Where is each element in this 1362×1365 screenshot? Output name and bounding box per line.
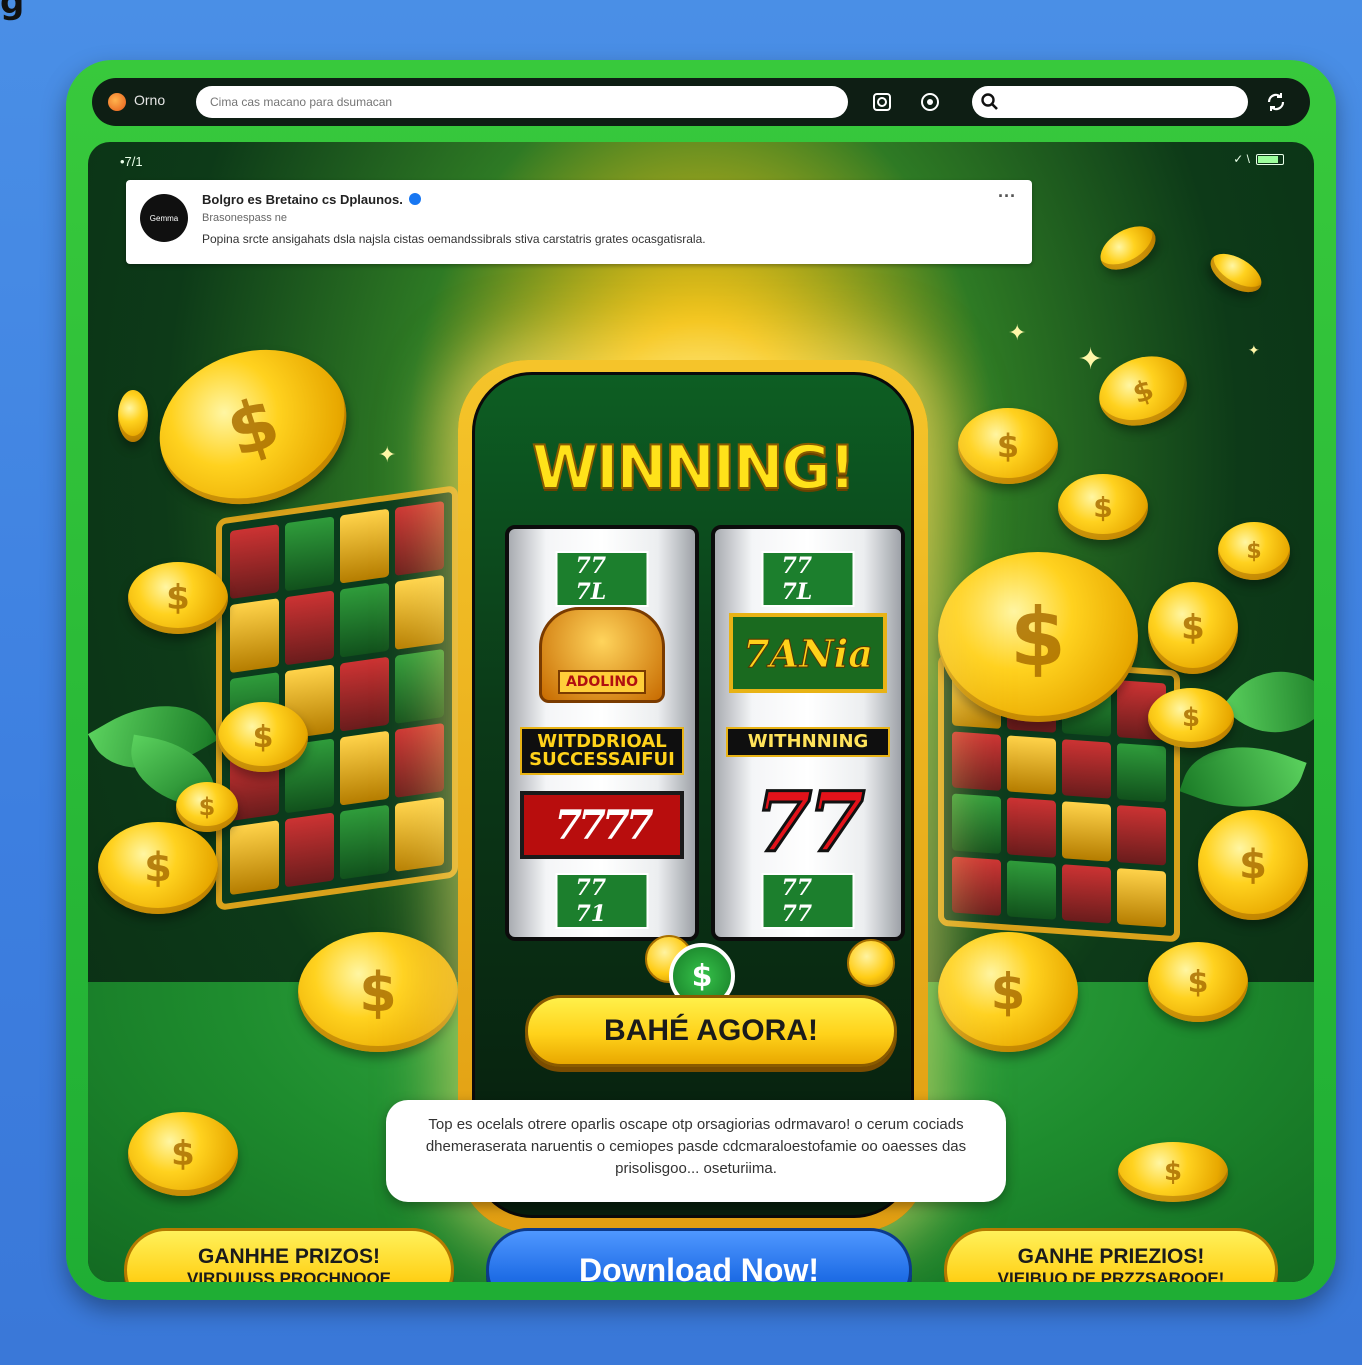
download-now-button[interactable]: Download Now! <box>486 1228 912 1282</box>
coin-icon: $ <box>98 822 218 914</box>
reel-badge-symbol: ADOLINO <box>539 607 665 703</box>
coin-icon: $ <box>128 562 228 634</box>
social-post-card[interactable]: Gemma Bolgro es Bretaino cs Dplaunos. Br… <box>126 180 1032 264</box>
slot-reels: 77 7L ADOLINO WITDDRIOAL SUCCESSAIFUI 77… <box>505 525 905 941</box>
coin-icon: $ <box>128 1112 238 1196</box>
side-slot-machine-left <box>216 484 458 912</box>
reel-label: WITDDRIOAL SUCCESSAIFUI <box>520 727 684 775</box>
status-right: ✓ \ <box>1233 152 1284 166</box>
reel-sevens: 77 <box>753 774 866 873</box>
ad-screen: $ $ $ $ $ $ $ $ $ $ $ $ $ $ $ $ $ $ ✦ ✦ … <box>88 142 1314 1282</box>
cta-subtitle: VIEIBUO DE PRZZSAROOE! <box>997 1269 1225 1282</box>
status-left: •7/1 <box>120 154 143 169</box>
verified-badge-icon <box>408 193 421 205</box>
search-field[interactable] <box>972 86 1248 118</box>
avatar[interactable]: Gemma <box>140 194 188 242</box>
coin-icon: $ <box>1148 582 1238 674</box>
sparkle-icon: ✦ <box>1248 342 1260 358</box>
browser-tab-name[interactable]: Orno <box>134 92 165 108</box>
search-icon <box>981 93 998 110</box>
reel-tag: 77 7L <box>761 551 855 607</box>
sparkle-icon: ✦ <box>1008 320 1027 345</box>
post-author-name: Bolgro es Bretaino cs Dplaunos. <box>202 192 403 207</box>
reel-tag: 77 7L <box>555 551 649 607</box>
coin-icon: $ <box>1089 344 1197 438</box>
coin-icon: $ <box>938 552 1138 722</box>
cta-title: GANHE PRIEZIOS! <box>1017 1245 1205 1268</box>
coin-icon: $ <box>176 782 238 832</box>
post-author[interactable]: Bolgro es Bretaino cs Dplaunos. <box>202 192 421 207</box>
coin-stack-icon: $ <box>938 932 1078 1052</box>
battery-icon <box>1256 153 1284 165</box>
url-bar[interactable] <box>196 86 848 118</box>
record-icon[interactable] <box>916 88 944 116</box>
camera-icon[interactable] <box>868 88 896 116</box>
coin-icon <box>847 939 895 987</box>
coin-stack-icon: $ <box>298 932 458 1052</box>
browser-logo-icon <box>108 93 126 111</box>
reel-badge-label: ADOLINO <box>557 670 647 694</box>
cta-title: GANHHE PRIZOS! <box>197 1245 380 1268</box>
browser-window: Orno Cima cas macano para dsumacan $ $ $… <box>66 60 1336 1300</box>
reel-box-symbol: 7ANia <box>729 613 887 693</box>
post-body: Popina srcte ansigahats dsla najsla cist… <box>202 232 706 246</box>
reel-tag: 77 77 <box>761 873 855 929</box>
info-message-box: Top es ocelals otrere oparlis oscape otp… <box>386 1100 1006 1202</box>
corner-mark: g <box>0 0 25 22</box>
coin-icon <box>1204 246 1268 300</box>
win-prizes-button-left[interactable]: GANHHE PRIZOS! VIRDUUSS PROCHNOOE <box>124 1228 454 1282</box>
signal-icon: ✓ \ <box>1233 152 1250 166</box>
bet-now-button[interactable]: BAHÉ AGORA! <box>525 995 897 1067</box>
leaf-decoration <box>1221 645 1314 759</box>
coin-icon: $ <box>139 326 367 528</box>
browser-toolbar: Orno <box>92 78 1310 126</box>
more-options-icon[interactable]: ··· <box>998 186 1016 207</box>
coin-icon: $ <box>1198 810 1308 920</box>
reel-tag: 77 71 <box>555 873 649 929</box>
coin-icon: $ <box>218 702 308 772</box>
coin-icon: $ <box>1218 522 1290 580</box>
coin-icon: $ <box>1148 688 1234 748</box>
reel-label: WITHNNING <box>726 727 890 757</box>
sparkle-icon: ✦ <box>1078 343 1104 376</box>
winning-headline: WINNING! <box>531 432 857 504</box>
coin-icon: $ <box>1148 942 1248 1022</box>
coin-icon: $ <box>958 408 1058 484</box>
refresh-icon[interactable] <box>1262 88 1290 116</box>
coin-icon: $ <box>1118 1142 1228 1202</box>
coin-icon <box>1093 217 1163 279</box>
slot-reel-1: 77 7L ADOLINO WITDDRIOAL SUCCESSAIFUI 77… <box>505 525 699 941</box>
phone-screen: WINNING! 77 7L ADOLINO WITDDRIOAL SUCCES… <box>472 372 914 1218</box>
win-prizes-button-right[interactable]: GANHE PRIEZIOS! VIEIBUO DE PRZZSAROOE! <box>944 1228 1278 1282</box>
coin-icon: $ <box>1058 474 1148 540</box>
cta-subtitle: VIRDUUSS PROCHNOOE <box>186 1269 392 1282</box>
sparkle-icon: ✦ <box>378 442 397 467</box>
reel-sevens: 7777 <box>520 791 684 859</box>
slot-reel-2: 77 7L 7ANia WITHNNING 77 77 77 <box>711 525 905 941</box>
coin-icon <box>118 390 148 442</box>
post-subtitle: Brasonespass ne <box>202 212 287 224</box>
